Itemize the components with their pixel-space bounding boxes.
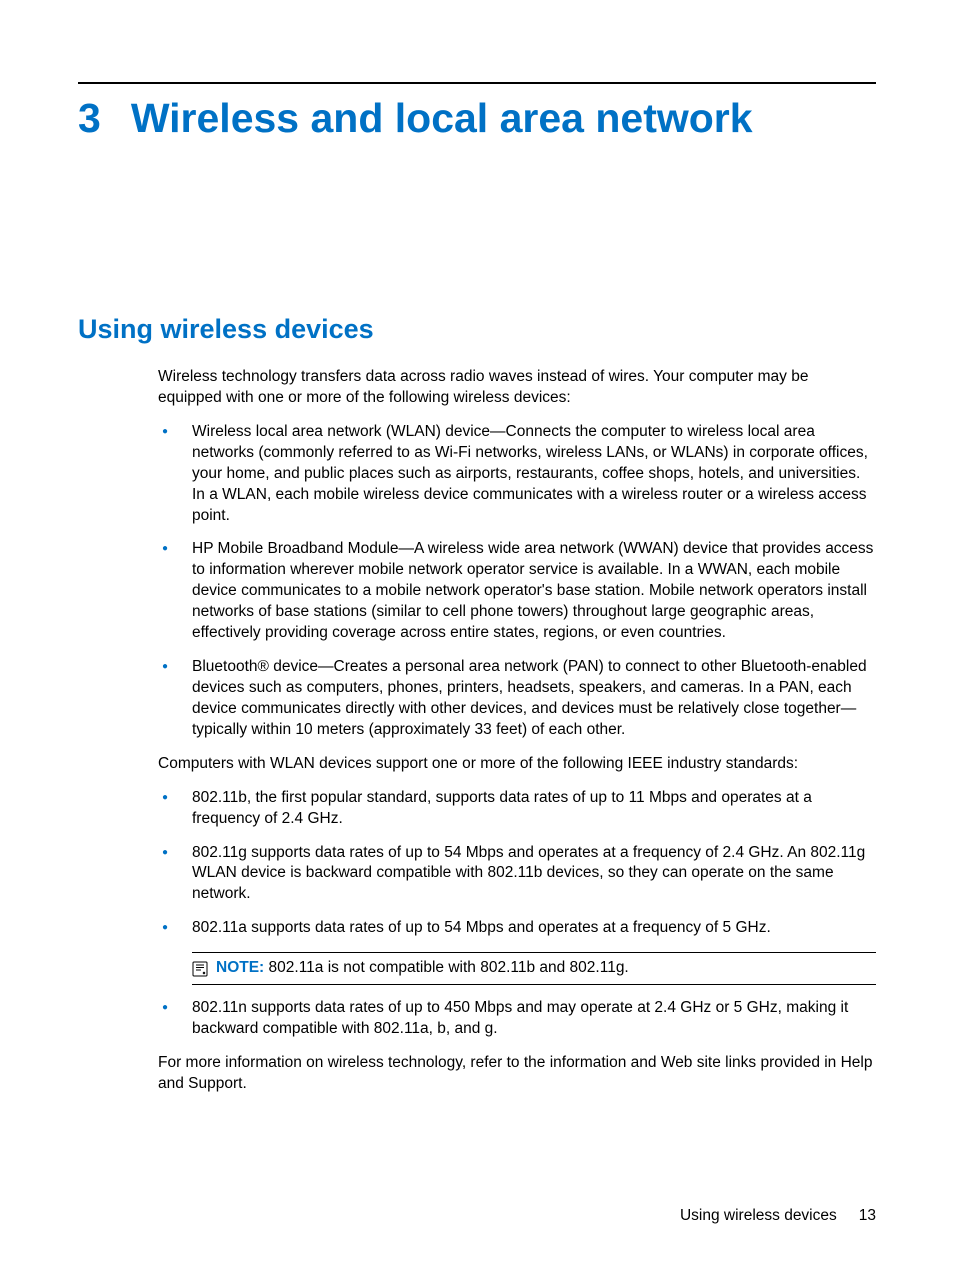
list-item: HP Mobile Broadband Module—A wireless wi… [158, 539, 876, 644]
note-text: 802.11a is not compatible with 802.11b a… [269, 959, 629, 976]
note-label: NOTE: [216, 959, 264, 976]
page-footer: Using wireless devices 13 [680, 1207, 876, 1225]
section-title: Using wireless devices [78, 314, 876, 345]
chapter-title: Wireless and local area network [131, 98, 753, 139]
list-item: 802.11b, the first popular standard, sup… [158, 788, 876, 830]
note-icon [192, 961, 208, 977]
list-item: 802.11a supports data rates of up to 54 … [158, 918, 876, 939]
chapter-rule [78, 82, 876, 84]
footer-page-number: 13 [859, 1207, 876, 1225]
list-item: 802.11g supports data rates of up to 54 … [158, 843, 876, 906]
standards-list-cont: 802.11n supports data rates of up to 450… [158, 998, 876, 1040]
intro-paragraph: Wireless technology transfers data acros… [158, 367, 876, 409]
footer-section-name: Using wireless devices [680, 1207, 837, 1225]
list-item: Bluetooth® device—Creates a personal are… [158, 657, 876, 741]
closing-paragraph: For more information on wireless technol… [158, 1053, 876, 1095]
chapter-header: 3 Wireless and local area network [78, 98, 876, 139]
section-body: Wireless technology transfers data acros… [158, 367, 876, 1095]
standards-list: 802.11b, the first popular standard, sup… [158, 788, 876, 940]
chapter-number: 3 [78, 98, 101, 139]
list-item: Wireless local area network (WLAN) devic… [158, 422, 876, 527]
document-page: 3 Wireless and local area network Using … [0, 0, 954, 1095]
note-box: NOTE: 802.11a is not compatible with 802… [192, 952, 876, 985]
standards-intro: Computers with WLAN devices support one … [158, 754, 876, 775]
list-item: 802.11n supports data rates of up to 450… [158, 998, 876, 1040]
devices-list: Wireless local area network (WLAN) devic… [158, 422, 876, 741]
